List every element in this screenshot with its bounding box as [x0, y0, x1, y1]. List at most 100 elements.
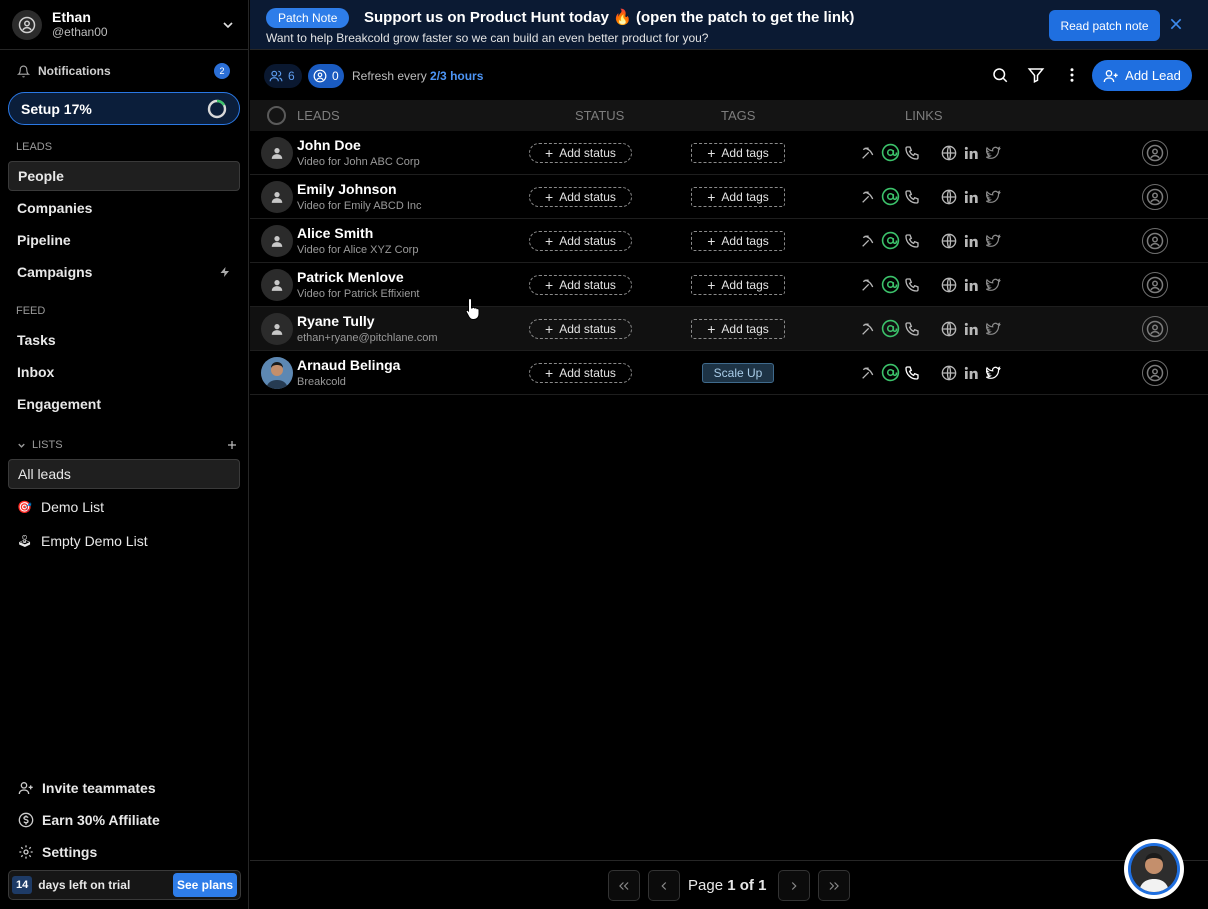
add-status-button[interactable]: + Add status — [529, 231, 632, 251]
pickaxe-icon[interactable] — [860, 277, 876, 293]
assign-owner-button[interactable] — [1142, 228, 1168, 254]
lead-name[interactable]: Alice Smith — [297, 225, 373, 241]
lead-name[interactable]: Patrick Menlove — [297, 269, 404, 285]
table-row[interactable]: Alice Smith Video for Alice XYZ Corp + Ad… — [250, 219, 1208, 263]
add-status-button[interactable]: + Add status — [529, 363, 632, 383]
lead-name[interactable]: Ryane Tully — [297, 313, 375, 329]
globe-icon[interactable] — [941, 189, 957, 205]
pickaxe-icon[interactable] — [860, 233, 876, 249]
setup-progress-button[interactable]: Setup 17% — [8, 92, 240, 125]
table-row[interactable]: Arnaud Belinga Breakcold + Add status Sca… — [250, 351, 1208, 395]
assign-owner-button[interactable] — [1142, 272, 1168, 298]
affiliate-button[interactable]: Earn 30% Affiliate — [8, 805, 241, 835]
assign-owner-button[interactable] — [1142, 360, 1168, 386]
people-count-filter[interactable]: 6 — [264, 64, 302, 88]
plus-icon[interactable] — [226, 439, 238, 451]
sidebar-item-companies[interactable]: Companies — [8, 193, 240, 223]
filter-icon[interactable] — [1027, 66, 1045, 84]
read-patch-note-button[interactable]: Read patch note — [1049, 10, 1160, 41]
pickaxe-icon[interactable] — [860, 365, 876, 381]
phone-icon[interactable] — [904, 189, 920, 205]
invite-teammates-button[interactable]: Invite teammates — [8, 773, 241, 803]
next-page-button[interactable] — [778, 870, 810, 901]
email-at-icon[interactable] — [881, 363, 900, 382]
table-row[interactable]: Patrick Menlove Video for Patrick Effixi… — [250, 263, 1208, 307]
sidebar-item-inbox[interactable]: Inbox — [8, 357, 240, 387]
phone-icon[interactable] — [904, 145, 920, 161]
phone-icon[interactable] — [904, 277, 920, 293]
add-tags-button[interactable]: + Add tags — [691, 275, 785, 295]
pickaxe-icon[interactable] — [860, 321, 876, 337]
twitter-icon[interactable] — [985, 145, 1001, 161]
chevron-down-icon[interactable] — [220, 17, 236, 33]
assign-owner-button[interactable] — [1142, 316, 1168, 342]
globe-icon[interactable] — [941, 277, 957, 293]
tag-chip[interactable]: Scale Up — [702, 363, 774, 383]
add-tags-button[interactable]: + Add tags — [691, 231, 785, 251]
add-tags-button[interactable]: + Add tags — [691, 319, 785, 339]
notifications-item[interactable]: Notifications 2 — [0, 50, 248, 92]
email-at-icon[interactable] — [881, 319, 900, 338]
lead-name[interactable]: Emily Johnson — [297, 181, 397, 197]
sidebar-list-all-leads[interactable]: All leads — [8, 459, 240, 489]
owner-count-filter[interactable]: 0 — [308, 64, 344, 88]
twitter-icon[interactable] — [985, 233, 1001, 249]
sidebar-item-people[interactable]: People — [8, 161, 240, 191]
email-at-icon[interactable] — [881, 275, 900, 294]
email-at-icon[interactable] — [881, 143, 900, 162]
previous-page-button[interactable] — [648, 870, 680, 901]
add-tags-button[interactable]: + Add tags — [691, 143, 785, 163]
sidebar-item-campaigns[interactable]: Campaigns — [8, 257, 240, 287]
twitter-icon[interactable] — [985, 365, 1001, 381]
table-row[interactable]: Ryane Tully ethan+ryane@pitchlane.com + A… — [250, 307, 1208, 351]
phone-icon[interactable] — [904, 321, 920, 337]
see-plans-button[interactable]: See plans — [172, 873, 237, 897]
settings-button[interactable]: Settings — [8, 837, 241, 867]
email-at-icon[interactable] — [881, 231, 900, 250]
assign-owner-button[interactable] — [1142, 140, 1168, 166]
add-status-button[interactable]: + Add status — [529, 187, 632, 207]
more-vertical-icon[interactable] — [1063, 66, 1081, 84]
table-row[interactable]: John Doe Video for John ABC Corp + Add st… — [250, 131, 1208, 175]
linkedin-icon[interactable] — [963, 189, 979, 205]
email-at-icon[interactable] — [881, 187, 900, 206]
linkedin-icon[interactable] — [963, 233, 979, 249]
select-all-checkbox[interactable] — [267, 106, 286, 125]
assign-owner-button[interactable] — [1142, 184, 1168, 210]
close-icon[interactable] — [1168, 16, 1184, 32]
globe-icon[interactable] — [941, 321, 957, 337]
support-chat-avatar[interactable] — [1124, 839, 1184, 899]
lead-name[interactable]: Arnaud Belinga — [297, 357, 400, 373]
globe-icon[interactable] — [941, 365, 957, 381]
add-status-button[interactable]: + Add status — [529, 275, 632, 295]
sidebar-list-demo[interactable]: 🎯 Demo List — [8, 491, 240, 523]
phone-icon[interactable] — [904, 365, 920, 381]
twitter-icon[interactable] — [985, 277, 1001, 293]
last-page-button[interactable] — [818, 870, 850, 901]
add-tags-button[interactable]: + Add tags — [691, 187, 785, 207]
globe-icon[interactable] — [941, 145, 957, 161]
pickaxe-icon[interactable] — [860, 145, 876, 161]
lists-section-header[interactable]: LISTS — [0, 435, 248, 455]
phone-icon[interactable] — [904, 233, 920, 249]
refresh-interval-link[interactable]: 2/3 hours — [430, 69, 483, 83]
chevron-down-icon[interactable] — [16, 440, 27, 451]
sidebar-item-tasks[interactable]: Tasks — [8, 325, 240, 355]
search-icon[interactable] — [991, 66, 1009, 84]
linkedin-icon[interactable] — [963, 145, 979, 161]
twitter-icon[interactable] — [985, 321, 1001, 337]
linkedin-icon[interactable] — [963, 277, 979, 293]
sidebar-list-empty-demo[interactable]: 🕹 Empty Demo List — [8, 525, 240, 557]
sidebar-item-engagement[interactable]: Engagement — [8, 389, 240, 419]
user-menu[interactable]: Ethan @ethan00 — [0, 0, 248, 50]
add-status-button[interactable]: + Add status — [529, 143, 632, 163]
add-status-button[interactable]: + Add status — [529, 319, 632, 339]
lead-name[interactable]: John Doe — [297, 137, 361, 153]
globe-icon[interactable] — [941, 233, 957, 249]
twitter-icon[interactable] — [985, 189, 1001, 205]
sidebar-item-pipeline[interactable]: Pipeline — [8, 225, 240, 255]
linkedin-icon[interactable] — [963, 321, 979, 337]
pickaxe-icon[interactable] — [860, 189, 876, 205]
linkedin-icon[interactable] — [963, 365, 979, 381]
table-row[interactable]: Emily Johnson Video for Emily ABCD Inc +… — [250, 175, 1208, 219]
